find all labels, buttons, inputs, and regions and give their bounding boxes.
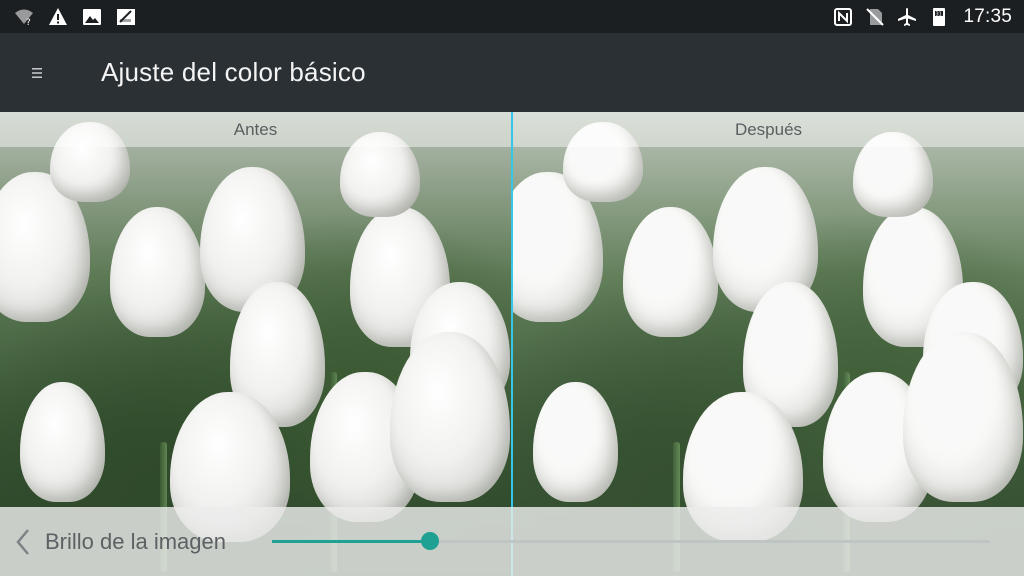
status-time: 17:35 [963,5,1012,27]
brightness-control-bar: Brillo de la imagen [0,507,1024,576]
calendar-icon: 31 [929,7,949,27]
before-label: Antes [0,112,511,147]
after-label: Después [513,112,1024,147]
menu-button[interactable] [0,33,74,112]
airplane-icon [897,7,917,27]
image-icon [82,7,102,27]
status-bar-left: ? [14,7,136,27]
warning-icon [48,7,68,27]
page-title: Ajuste del color básico [101,57,366,87]
chevron-left-icon [16,528,29,555]
wifi-question-icon: ? [14,7,34,27]
back-button[interactable] [2,507,44,576]
svg-text:31: 31 [936,11,942,17]
no-sim-icon [865,7,885,27]
brightness-slider-fill [272,540,430,543]
menu-icon [32,67,42,78]
status-bar-right: 31 17:35 [833,6,1012,28]
app-toolbar: Ajuste del color básico [0,33,1024,112]
sim-card-icon [116,7,136,27]
nfc-icon [833,7,853,27]
brightness-slider[interactable] [272,532,990,550]
brightness-label: Brillo de la imagen [45,528,226,554]
status-bar: ? 31 17:35 [0,0,1024,33]
brightness-slider-thumb[interactable] [420,532,439,550]
svg-text:?: ? [26,18,31,27]
